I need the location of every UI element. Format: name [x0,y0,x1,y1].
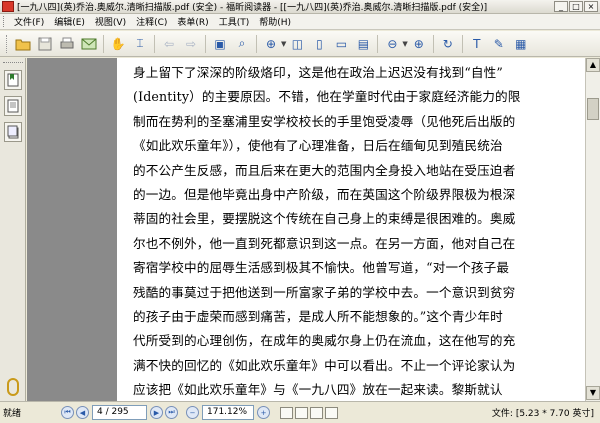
menu-form[interactable]: 表单(R) [172,15,213,28]
paperclip-icon[interactable] [7,378,19,396]
back-icon[interactable]: ⇦ [159,34,179,54]
actual-size-icon[interactable]: ▯ [309,34,329,54]
text-line: 蒂固的社会里，要摆脱这个传统在自己身上的束缚是很困难的。奥威 [133,211,516,227]
window-title: [一九八四](英)乔治.奥威尔.清晰扫描版.pdf (安全) - 福昕阅读器 -… [17,3,488,13]
pages-icon[interactable] [4,96,22,116]
text-line: 满不快的回忆的《如此欢乐童年》中可以看出。不止一个评论家认为 [133,357,516,373]
bookmarks-icon[interactable] [4,70,22,90]
select-icon[interactable]: ⌶ [130,34,150,54]
toolbar-grip[interactable] [6,34,9,53]
scroll-down-arrow-icon[interactable]: ▼ [586,386,600,400]
layers-icon[interactable] [4,122,22,142]
chevron-down-icon[interactable]: ▼ [281,40,286,48]
text-line: 身上留下了深深的阶级烙印，这是他在政治上迟迟没有找到“自性” [133,65,504,80]
next-page-icon[interactable]: ▶ [150,406,163,419]
navigation-sidebar [0,58,26,401]
text-line: 的不公产生反感，而且后来在更大的范围内全身投入地站在受压迫者 [133,162,516,178]
text-line: 制而在势利的圣塞浦里安学校校长的手里饱受凌辱（见他死后出版的 [133,113,516,129]
foxit-app-icon [2,1,14,12]
toolbar-separator [256,34,257,53]
pdf-icon[interactable]: ▦ [511,34,531,54]
page-text: 身上留下了深深的阶级烙印，这是他在政治上迟迟没有找到“自性” (Identity… [133,61,573,401]
fit-width-icon[interactable]: ▤ [353,34,373,54]
text-line: 的一边。但是他毕竟出身中产阶级，而在英国这个阶级界限极为根深 [133,187,516,203]
first-page-icon[interactable]: ⏮ [61,406,74,419]
single-page-view-icon[interactable] [280,406,293,419]
typewriter-icon[interactable]: T [467,34,487,54]
main-toolbar: ✋ ⌶ ⇦ ⇨ ▣ ⌕ ⊕ ▼ ◫ ▯ ▭ ▤ ⊖ ▼ ⊕ ↻ T ✎ ▦ [0,31,600,57]
text-line: 的孩子由于虚荣而感到痛苦，是成人所不能想象的。”这个青少年时 [133,309,503,325]
continuous-facing-view-icon[interactable] [325,406,338,419]
text-line: 应该把《如此欢乐童年》与《一九八四》放在一起来读。黎斯就认 [133,382,503,398]
document-viewer[interactable]: 身上留下了深深的阶级烙印，这是他在政治上迟迟没有找到“自性” (Identity… [27,58,585,401]
forward-icon[interactable]: ⇨ [181,34,201,54]
toolbar-separator [432,34,434,53]
toolbar-separator [377,34,379,53]
menu-edit[interactable]: 编辑(E) [49,15,90,28]
scroll-up-arrow-icon[interactable]: ▲ [586,58,600,72]
zoom-tool-icon[interactable]: ◫ [287,34,307,54]
sidebar-grip[interactable] [3,62,23,65]
menu-tools[interactable]: 工具(T) [214,15,255,28]
text-line: 《如此欢乐童年》），使他有了心理准备，日后在缅甸见到殖民统治 [133,138,503,154]
page-number-input[interactable]: 4 / 295 [92,405,147,420]
close-button[interactable]: × [584,1,598,12]
toolbar-separator [103,34,104,53]
open-icon[interactable] [13,34,33,54]
find-icon[interactable]: ⌕ [232,34,252,54]
menu-grip[interactable] [3,16,6,27]
window-controls: _ □ × [554,1,598,12]
maximize-button[interactable]: □ [569,1,583,12]
save-icon[interactable] [35,34,55,54]
text-line: 尔也不例外，他一直到死都意识到这一点。在另一方面，他对自己在 [133,235,516,251]
rotate-icon[interactable]: ↻ [438,34,458,54]
hand-icon[interactable]: ✋ [108,34,128,54]
text-line: (Identity）的主要原因。不错，他在学童时代由于家庭经济能力的限 [133,89,521,105]
title-bar: [一九八四](英)乔治.奥威尔.清晰扫描版.pdf (安全) - 福昕阅读器 -… [0,0,600,14]
vertical-scrollbar[interactable]: ▲ ▼ [585,58,600,401]
text-line: 寄宿学校中的屈辱生活感到极其不愉快。他曾写道，“对一个孩子最 [133,260,510,276]
fit-page-icon[interactable]: ▭ [331,34,351,54]
status-bar: 就绪 ⏮ ◀ 4 / 295 ▶ ⏭ − 171.12% + 文件: [5.23… [0,401,600,423]
menu-file[interactable]: 文件(F) [9,15,49,28]
previous-page-icon[interactable]: ◀ [76,406,89,419]
menu-bar: 文件(F) 编辑(E) 视图(V) 注释(C) 表单(R) 工具(T) 帮助(H… [0,14,600,30]
continuous-view-icon[interactable] [295,406,308,419]
status-ready: 就绪 [3,409,22,419]
zoom-in-icon[interactable]: ⊕ [261,34,281,54]
pdf-page[interactable]: 身上留下了深深的阶级烙印，这是他在政治上迟迟没有找到“自性” (Identity… [117,58,585,401]
menu-help[interactable]: 帮助(H) [254,15,296,28]
zoom-in-status-icon[interactable]: + [257,406,270,419]
print-icon[interactable] [57,34,77,54]
email-icon[interactable] [79,34,99,54]
minimize-button[interactable]: _ [554,1,568,12]
facing-view-icon[interactable] [310,406,323,419]
note-icon[interactable]: ✎ [489,34,509,54]
zoom-level-input[interactable]: 171.12% [202,405,254,420]
toolbar-separator [154,34,155,53]
toolbar-separator [205,34,206,53]
zoom-out-icon[interactable]: ⊖ [382,34,402,54]
zoom-out-status-icon[interactable]: − [186,406,199,419]
file-size-info: 文件: [5.23 * 7.70 英寸] [491,409,594,419]
last-page-icon[interactable]: ⏭ [165,406,178,419]
scroll-thumb[interactable] [587,98,599,120]
text-line: 代所受到的心理创伤，在成年的奥威尔身上仍在流血，这在他写的充 [133,333,516,349]
text-line: 残酷的事莫过于把他送到一所富家子弟的学校中去。一个意识到贫穷 [133,284,516,300]
chevron-down-icon[interactable]: ▼ [402,40,407,48]
snapshot-icon[interactable]: ▣ [210,34,230,54]
zoom-plus-icon[interactable]: ⊕ [409,34,429,54]
toolbar-separator [461,34,463,53]
menu-view[interactable]: 视图(V) [90,15,131,28]
menu-comment[interactable]: 注释(C) [131,15,172,28]
